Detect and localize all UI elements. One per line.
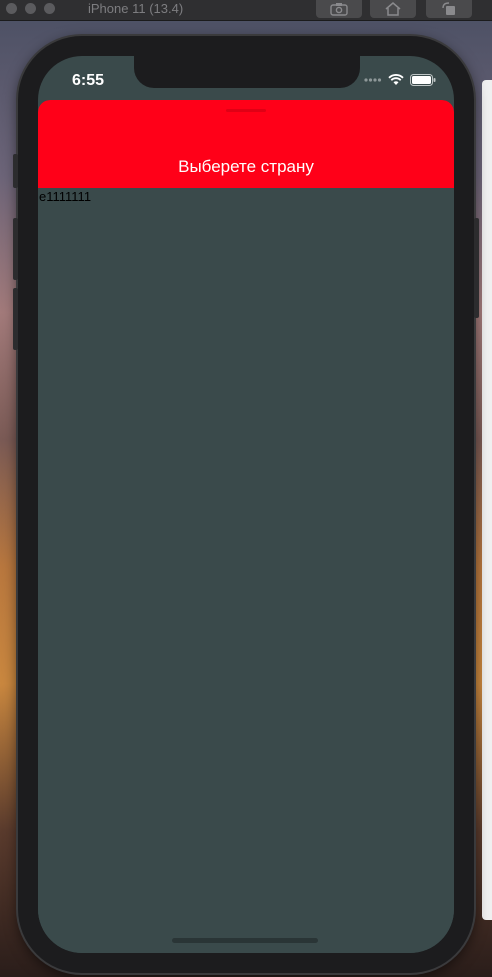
home-button[interactable] [370,0,416,18]
screenshot-button[interactable] [316,0,362,18]
battery-icon [410,74,436,86]
rotate-icon [442,2,455,15]
modal-header: Выберете страну [38,100,454,188]
rotate-button[interactable] [426,0,472,18]
status-indicators [364,74,436,86]
volume-up-button [13,218,18,280]
list-item[interactable]: e1111111 [39,189,91,204]
sheet-grabber[interactable] [226,109,266,112]
notch [134,56,360,88]
minimize-window-button[interactable] [25,3,36,14]
country-picker-modal: Выберете страну e1111111 [38,100,454,953]
modal-title: Выберете страну [178,157,314,176]
wifi-icon [388,74,404,85]
background-window [482,80,492,920]
home-indicator[interactable] [172,938,318,943]
home-icon [385,2,401,16]
simulator-title: iPhone 11 (13.4) [88,1,184,16]
close-window-button[interactable] [6,3,17,14]
simulator-title-bar: iPhone 11 (13.4) [0,0,492,21]
screenshot-icon [330,3,348,16]
phone-screen: 6:55 Выберете страну e1111111 [38,56,454,953]
status-time: 6:55 [72,72,105,89]
power-button [474,218,479,318]
mute-switch [13,154,18,188]
volume-down-button [13,288,18,350]
zoom-window-button[interactable] [44,3,55,14]
cellular-signal-icon [364,78,382,82]
